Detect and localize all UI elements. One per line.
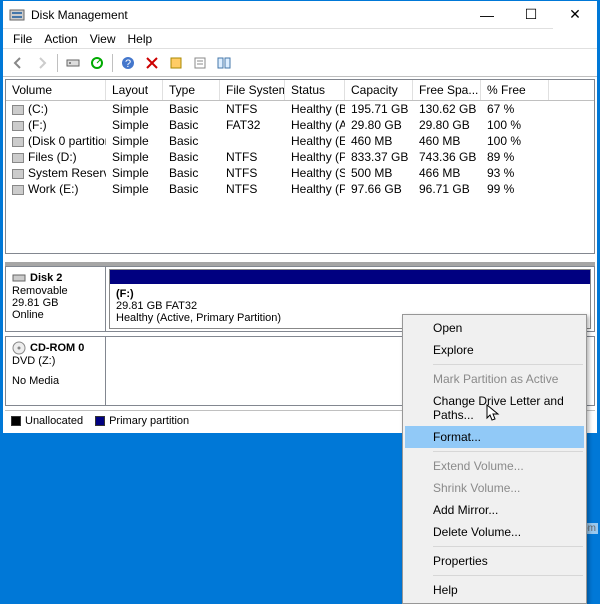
disk-info[interactable]: Disk 2 Removable 29.81 GB Online — [6, 267, 106, 331]
disk-icon — [12, 271, 26, 285]
swatch-unallocated — [11, 416, 21, 426]
swatch-primary — [95, 416, 105, 426]
titlebar[interactable]: Disk Management — ☐ ✕ — [3, 1, 597, 29]
ctx-mark-active: Mark Partition as Active — [405, 368, 584, 390]
volume-icon — [12, 105, 24, 115]
minimize-button[interactable]: — — [465, 1, 509, 29]
volume-row[interactable]: (Disk 0 partition 2)SimpleBasicHealthy (… — [6, 133, 594, 149]
col-type[interactable]: Type — [163, 80, 220, 100]
ctx-delete[interactable]: Delete Volume... — [405, 521, 584, 543]
menu-action[interactable]: Action — [38, 32, 83, 46]
view-icon[interactable] — [213, 52, 235, 74]
menubar: File Action View Help — [3, 29, 597, 49]
volume-icon — [12, 137, 24, 147]
ctx-format[interactable]: Format... — [405, 426, 584, 448]
menu-view[interactable]: View — [84, 32, 122, 46]
volume-row[interactable]: System ReservedSimpleBasicNTFSHealthy (S… — [6, 165, 594, 181]
menu-file[interactable]: File — [7, 32, 38, 46]
detail-icon[interactable] — [189, 52, 211, 74]
col-volume[interactable]: Volume — [6, 80, 106, 100]
context-menu: Open Explore Mark Partition as Active Ch… — [402, 314, 587, 604]
ctx-extend: Extend Volume... — [405, 455, 584, 477]
col-layout[interactable]: Layout — [106, 80, 163, 100]
volume-row[interactable]: Work (E:)SimpleBasicNTFSHealthy (P...97.… — [6, 181, 594, 197]
col-capacity[interactable]: Capacity — [345, 80, 413, 100]
volume-row[interactable]: Files (D:)SimpleBasicNTFSHealthy (P...83… — [6, 149, 594, 165]
close-button[interactable]: ✕ — [553, 1, 597, 29]
properties-icon[interactable] — [86, 52, 108, 74]
volume-list-header: Volume Layout Type File System Status Ca… — [6, 80, 594, 101]
menu-help[interactable]: Help — [122, 32, 159, 46]
refresh-disks-icon[interactable] — [62, 52, 84, 74]
col-status[interactable]: Status — [285, 80, 345, 100]
volume-icon — [12, 121, 24, 131]
volume-icon — [12, 153, 24, 163]
volume-icon — [12, 185, 24, 195]
col-free[interactable]: Free Spa... — [413, 80, 481, 100]
col-pctfree[interactable]: % Free — [481, 80, 549, 100]
volume-list-body[interactable]: (C:)SimpleBasicNTFSHealthy (B...195.71 G… — [6, 101, 594, 253]
delete-icon[interactable] — [141, 52, 163, 74]
window-title: Disk Management — [31, 8, 465, 22]
col-filesystem[interactable]: File System — [220, 80, 285, 100]
cursor-icon — [486, 404, 504, 422]
ctx-add-mirror[interactable]: Add Mirror... — [405, 499, 584, 521]
action-icon[interactable] — [165, 52, 187, 74]
ctx-explore[interactable]: Explore — [405, 339, 584, 361]
app-icon — [9, 7, 25, 23]
cdrom-info[interactable]: CD-ROM 0 DVD (Z:) No Media — [6, 337, 106, 405]
ctx-help[interactable]: Help — [405, 579, 584, 601]
ctx-shrink: Shrink Volume... — [405, 477, 584, 499]
volume-list: Volume Layout Type File System Status Ca… — [5, 79, 595, 254]
help-icon[interactable]: ? — [117, 52, 139, 74]
volume-row[interactable]: (F:)SimpleBasicFAT32Healthy (A...29.80 G… — [6, 117, 594, 133]
window-controls: — ☐ ✕ — [465, 1, 597, 29]
back-button[interactable] — [7, 52, 29, 74]
toolbar: ? — [3, 49, 597, 77]
ctx-open[interactable]: Open — [405, 317, 584, 339]
svg-text:?: ? — [125, 58, 131, 70]
partition-header — [110, 270, 590, 284]
maximize-button[interactable]: ☐ — [509, 1, 553, 29]
volume-icon — [12, 169, 24, 179]
ctx-properties[interactable]: Properties — [405, 550, 584, 572]
forward-button[interactable] — [31, 52, 53, 74]
cdrom-icon — [12, 341, 26, 355]
volume-row[interactable]: (C:)SimpleBasicNTFSHealthy (B...195.71 G… — [6, 101, 594, 117]
